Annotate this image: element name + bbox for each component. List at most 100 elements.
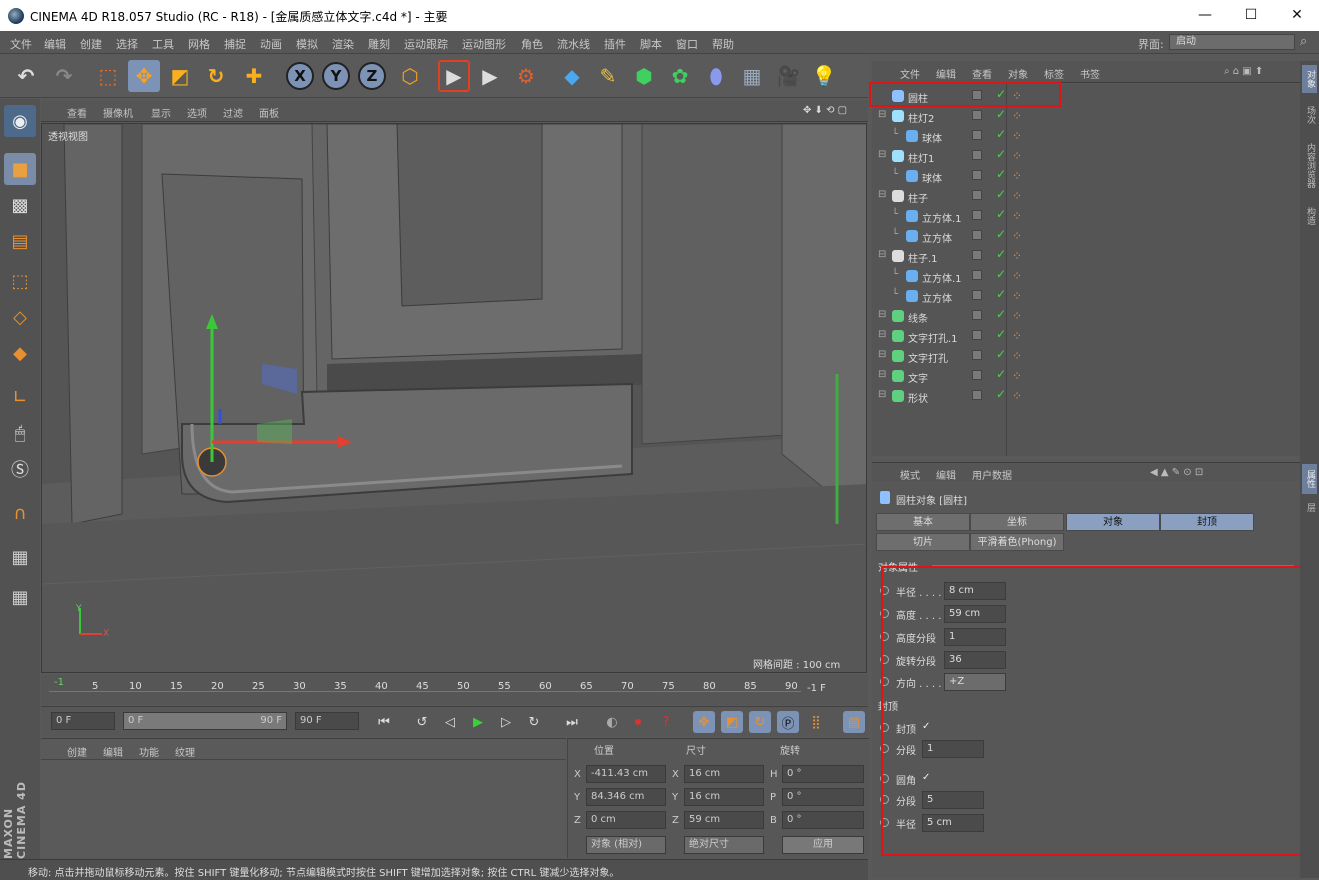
- object-row[interactable]: ⊟ 柱灯1 ✓ ⁘: [872, 146, 1300, 166]
- visibility-toggle[interactable]: [972, 190, 982, 200]
- next-key-icon[interactable]: ↻: [523, 711, 545, 733]
- rotation-p-field[interactable]: 0 °: [782, 788, 864, 806]
- enable-check-icon[interactable]: ✓: [996, 107, 1006, 121]
- object-row[interactable]: └ 球体 ✓ ⁘: [872, 126, 1300, 146]
- material-tag-icon[interactable]: ⁘: [1012, 109, 1022, 123]
- object-row[interactable]: └ 立方体 ✓ ⁘: [872, 226, 1300, 246]
- viewport-menu-options[interactable]: 选项: [187, 105, 207, 120]
- objmgr-menu-file[interactable]: 文件: [900, 66, 920, 81]
- timeline-ruler[interactable]: -1 5 10 15 20 25 30 35 40 45 50 55 60 65…: [41, 675, 868, 705]
- material-menu-edit[interactable]: 编辑: [103, 744, 123, 759]
- material-tag-icon[interactable]: ⁘: [1012, 229, 1022, 243]
- camera-icon[interactable]: 🎥: [772, 60, 804, 92]
- object-row[interactable]: ⊟ 线条 ✓ ⁘: [872, 306, 1300, 326]
- visibility-toggle[interactable]: [972, 290, 982, 300]
- menu-window[interactable]: 窗口: [676, 36, 698, 52]
- object-row[interactable]: └ 立方体.1 ✓ ⁘: [872, 266, 1300, 286]
- rotation-b-field[interactable]: 0 °: [782, 811, 864, 829]
- maximize-button[interactable]: ☐: [1228, 0, 1274, 31]
- prev-frame-icon[interactable]: ◁: [439, 711, 461, 733]
- play-icon[interactable]: ▶: [467, 711, 489, 733]
- material-tag-icon[interactable]: ⁘: [1012, 349, 1022, 363]
- autokey-icon[interactable]: ?: [655, 711, 677, 733]
- object-row[interactable]: ⊟ 形状 ✓ ⁘: [872, 386, 1300, 406]
- cloner-icon[interactable]: ✿: [664, 60, 696, 92]
- enable-check-icon[interactable]: ✓: [996, 127, 1006, 141]
- tree-expander-icon[interactable]: └: [892, 129, 898, 140]
- tree-expander-icon[interactable]: ⊟: [878, 329, 886, 340]
- objmgr-menu-edit[interactable]: 编辑: [936, 66, 956, 81]
- size-x-field[interactable]: 16 cm: [684, 765, 764, 783]
- material-tag-icon[interactable]: ⁘: [1012, 389, 1022, 403]
- enable-check-icon[interactable]: ✓: [996, 327, 1006, 341]
- material-tag-icon[interactable]: ⁘: [1012, 329, 1022, 343]
- 3d-viewport[interactable]: 透视视图 网格间距 : 100 cm Y X: [41, 123, 867, 673]
- coordinate-system-icon[interactable]: ⬡: [394, 60, 426, 92]
- side-tab-layers[interactable]: 层: [1302, 497, 1317, 517]
- apply-button[interactable]: 应用: [782, 836, 864, 854]
- tree-expander-icon[interactable]: └: [892, 229, 898, 240]
- attr-menu-userdata[interactable]: 用户数据: [972, 467, 1012, 482]
- side-tab-objects[interactable]: 对象: [1302, 65, 1317, 93]
- menu-simulate[interactable]: 模拟: [296, 36, 318, 52]
- rotation-h-field[interactable]: 0 °: [782, 765, 864, 783]
- end-frame-field[interactable]: 90 F: [295, 712, 359, 730]
- key-position-icon[interactable]: ✥: [693, 711, 715, 733]
- tree-expander-icon[interactable]: ⊟: [878, 369, 886, 380]
- undo-icon[interactable]: ↶: [10, 60, 42, 92]
- viewport-nav-icon[interactable]: ✥ ⬇ ⟲ ▢: [803, 105, 847, 116]
- preview-range-slider[interactable]: 0 F 90 F: [123, 712, 287, 730]
- z-axis-lock-icon[interactable]: Z: [358, 62, 386, 90]
- minimize-button[interactable]: —: [1182, 0, 1228, 31]
- menu-sculpt[interactable]: 雕刻: [368, 36, 390, 52]
- position-z-field[interactable]: 0 cm: [586, 811, 666, 829]
- material-tag-icon[interactable]: ⁘: [1012, 189, 1022, 203]
- key-points-icon[interactable]: ⣿: [805, 711, 827, 733]
- enable-check-icon[interactable]: ✓: [996, 167, 1006, 181]
- menu-snap[interactable]: 捕捉: [224, 36, 246, 52]
- enable-check-icon[interactable]: ✓: [996, 207, 1006, 221]
- render-picture-viewer-icon[interactable]: ▶: [474, 60, 506, 92]
- menu-motion-tracking[interactable]: 运动跟踪: [404, 36, 448, 52]
- tree-expander-icon[interactable]: ⊟: [878, 109, 886, 120]
- timeline-window-icon[interactable]: ▤: [843, 711, 865, 733]
- material-menu-create[interactable]: 创建: [67, 744, 87, 759]
- viewport-menu-filter[interactable]: 过滤: [223, 105, 243, 120]
- menu-script[interactable]: 脚本: [640, 36, 662, 52]
- scale-tool-icon[interactable]: ◩: [164, 60, 196, 92]
- objmgr-menu-tags[interactable]: 标签: [1044, 66, 1064, 81]
- move-tool-icon[interactable]: ✥: [128, 60, 160, 92]
- tree-expander-icon[interactable]: ⊟: [878, 149, 886, 160]
- enable-check-icon[interactable]: ✓: [996, 307, 1006, 321]
- planar-workplane-icon[interactable]: ▦: [4, 581, 36, 613]
- menu-select[interactable]: 选择: [116, 36, 138, 52]
- goto-start-icon[interactable]: ⏮: [373, 711, 395, 733]
- tree-expander-icon[interactable]: ⊟: [878, 249, 886, 260]
- tab-coord[interactable]: 坐标: [970, 513, 1064, 531]
- pen-spline-icon[interactable]: ✎: [592, 60, 624, 92]
- menu-file[interactable]: 文件: [10, 36, 32, 52]
- menu-plugins[interactable]: 插件: [604, 36, 626, 52]
- goto-end-icon[interactable]: ⏭: [561, 711, 583, 733]
- enable-check-icon[interactable]: ✓: [996, 187, 1006, 201]
- key-scale-icon[interactable]: ◩: [721, 711, 743, 733]
- objmgr-menu-bookmarks[interactable]: 书签: [1080, 66, 1100, 81]
- position-x-field[interactable]: -411.43 cm: [586, 765, 666, 783]
- menu-create[interactable]: 创建: [80, 36, 102, 52]
- tab-object[interactable]: 对象: [1066, 513, 1160, 531]
- menu-edit[interactable]: 编辑: [44, 36, 66, 52]
- material-menu-function[interactable]: 功能: [139, 744, 159, 759]
- visibility-toggle[interactable]: [972, 390, 982, 400]
- coord-mode-dropdown[interactable]: 对象 (相对): [586, 836, 666, 854]
- workplane-mode-icon[interactable]: ▤: [4, 225, 36, 257]
- edges-mode-icon[interactable]: ◇: [4, 301, 36, 333]
- subdivision-surface-icon[interactable]: ⬢: [628, 60, 660, 92]
- viewport-menu-camera[interactable]: 摄像机: [103, 105, 133, 120]
- visibility-toggle[interactable]: [972, 370, 982, 380]
- position-y-field[interactable]: 84.346 cm: [586, 788, 666, 806]
- snap-icon[interactable]: ∩: [4, 497, 36, 529]
- enable-check-icon[interactable]: ✓: [996, 227, 1006, 241]
- menu-tools[interactable]: 工具: [152, 36, 174, 52]
- material-tag-icon[interactable]: ⁘: [1012, 209, 1022, 223]
- objmgr-menu-object[interactable]: 对象: [1008, 66, 1028, 81]
